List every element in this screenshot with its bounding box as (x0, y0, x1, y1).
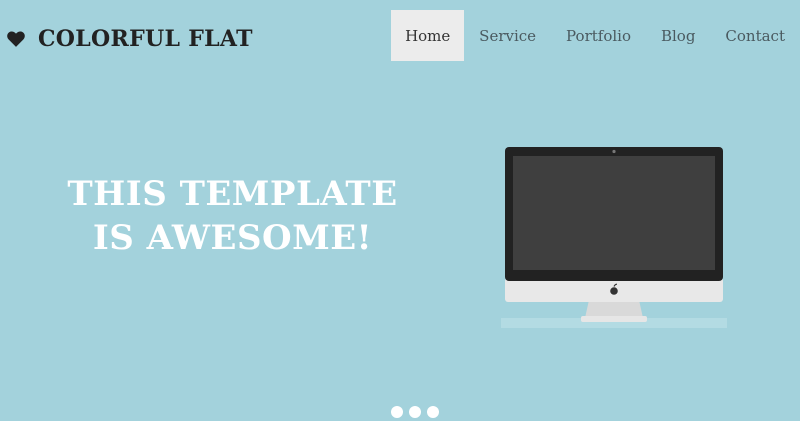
slider-dot-1[interactable] (391, 406, 403, 418)
nav-service-label: Service (479, 26, 537, 45)
hero-title-line-2: IS AWESOME! (92, 218, 373, 258)
slider-dot-3[interactable] (427, 406, 439, 418)
brand-name: COLORFUL FLAT (38, 26, 253, 52)
nav-portfolio-label: Portfolio (566, 26, 631, 45)
slider-dot-2[interactable] (409, 406, 421, 418)
desktop-monitor-illustration (501, 140, 727, 330)
nav-service[interactable]: Service (464, 10, 551, 61)
brand-logo[interactable]: COLORFUL FLAT (6, 22, 253, 56)
nav-home-label: Home (405, 26, 451, 45)
hero-title: THIS TEMPLATE IS AWESOME! (60, 172, 405, 260)
nav-home[interactable]: Home (391, 10, 465, 61)
hero-title-line-1: THIS TEMPLATE (67, 174, 398, 214)
nav-contact-label: Contact (725, 26, 785, 45)
nav-blog-label: Blog (660, 26, 696, 45)
nav-portfolio[interactable]: Portfolio (551, 10, 646, 61)
site-header: COLORFUL FLAT Home Service Portfolio Blo… (0, 0, 800, 70)
slider-dots (391, 406, 445, 418)
nav-contact[interactable]: Contact (710, 10, 800, 61)
nav-blog[interactable]: Blog (646, 10, 710, 61)
heart-icon (6, 29, 26, 49)
main-nav: Home Service Portfolio Blog Contact (391, 10, 800, 61)
